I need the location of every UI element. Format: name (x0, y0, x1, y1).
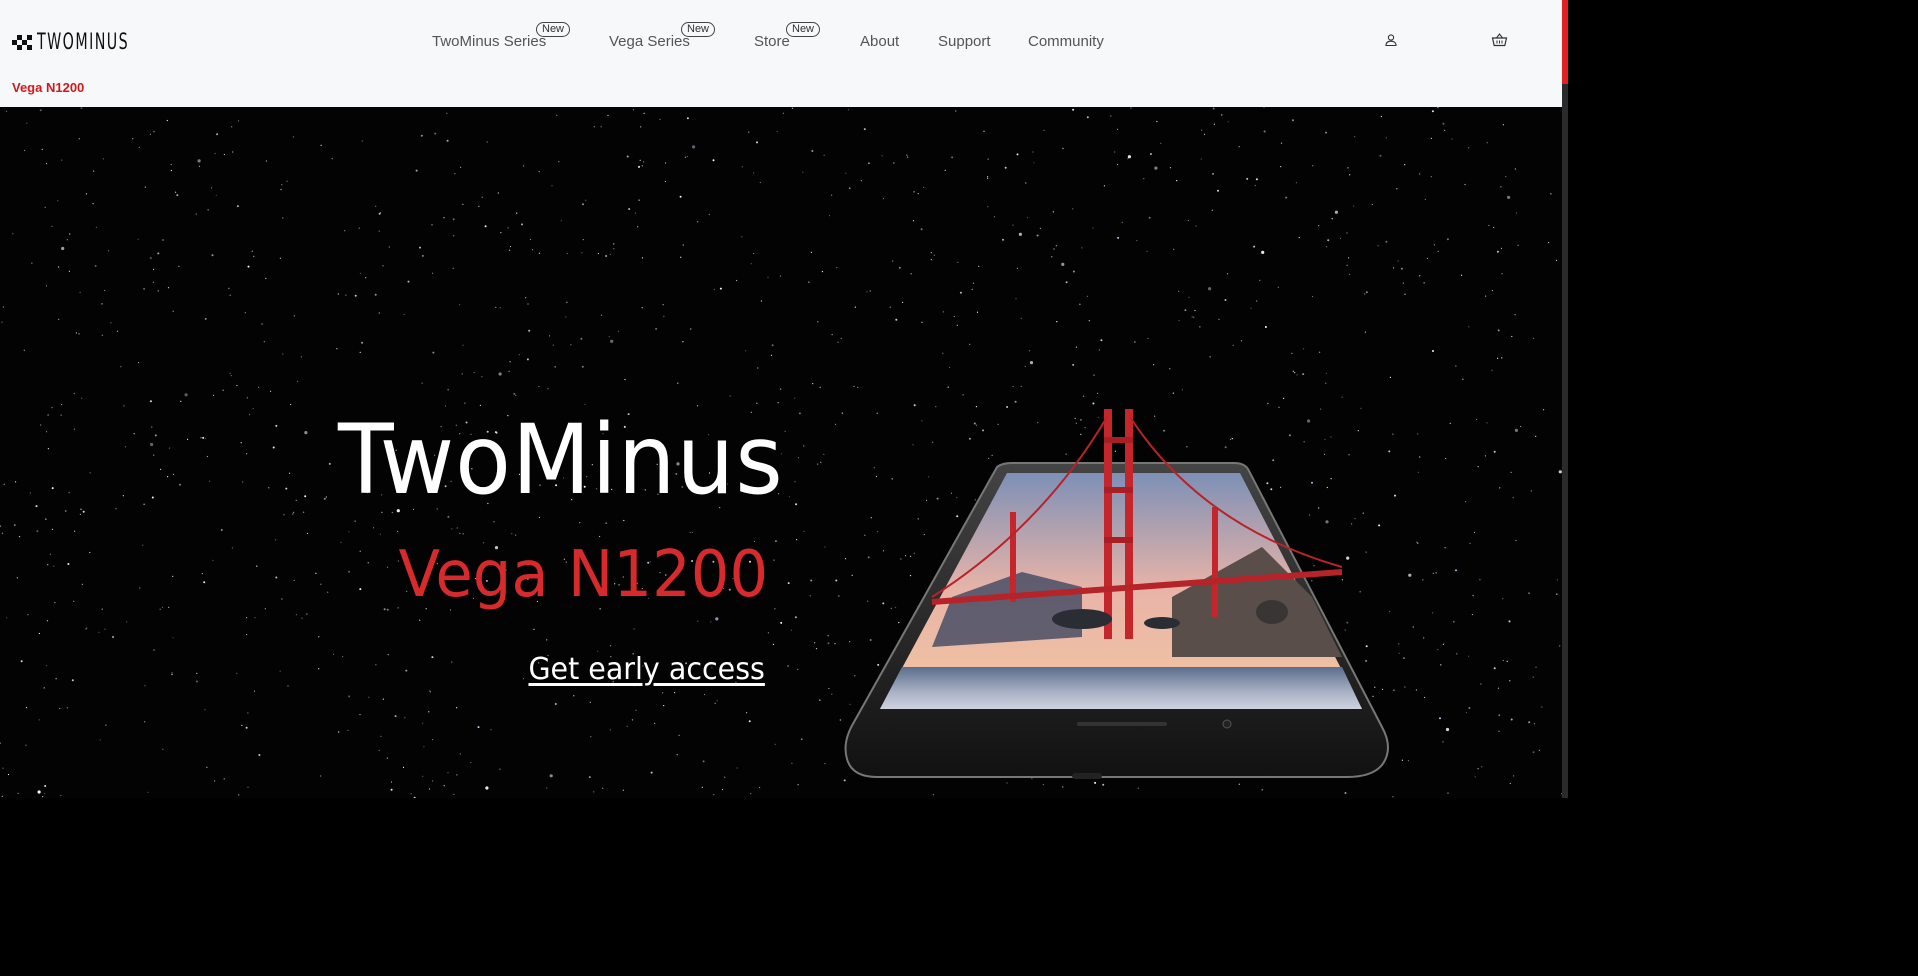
scrollbar-thumb[interactable] (1562, 0, 1568, 84)
hero-model-title: Vega N1200 (398, 538, 768, 612)
hero-brand-title: TwoMinus (338, 404, 784, 516)
new-badge: New (786, 22, 821, 37)
nav-about[interactable]: About (860, 32, 899, 52)
nav-label: Vega Series (609, 33, 690, 50)
nav-community[interactable]: Community (1028, 32, 1104, 52)
new-badge: New (536, 22, 571, 37)
logo[interactable]: TWOMINUS (12, 31, 165, 55)
nav-twominus-series[interactable]: TwoMinus Series New (432, 22, 571, 52)
nav-label: Store (754, 33, 790, 50)
phone-image (844, 409, 1389, 779)
nav-vega-series[interactable]: Vega Series New (609, 22, 716, 52)
nav-store[interactable]: Store New (754, 22, 821, 52)
nav-support[interactable]: Support (938, 32, 991, 52)
hero-section: TwoMinus Vega N1200 Get early access (0, 107, 1562, 798)
nav-label: TwoMinus Series (432, 33, 547, 50)
cart-icon[interactable] (1491, 32, 1508, 48)
product-subtitle[interactable]: Vega N1200 (12, 80, 84, 95)
user-icon[interactable] (1384, 33, 1398, 47)
logo-text: TWOMINUS (37, 30, 130, 55)
scrollbar[interactable] (1562, 0, 1568, 798)
early-access-link[interactable]: Get early access (529, 652, 765, 687)
site-header: TWOMINUS TwoMinus Series New Vega Series… (0, 0, 1562, 107)
logo-mark-icon (12, 32, 34, 54)
new-badge: New (681, 22, 716, 37)
